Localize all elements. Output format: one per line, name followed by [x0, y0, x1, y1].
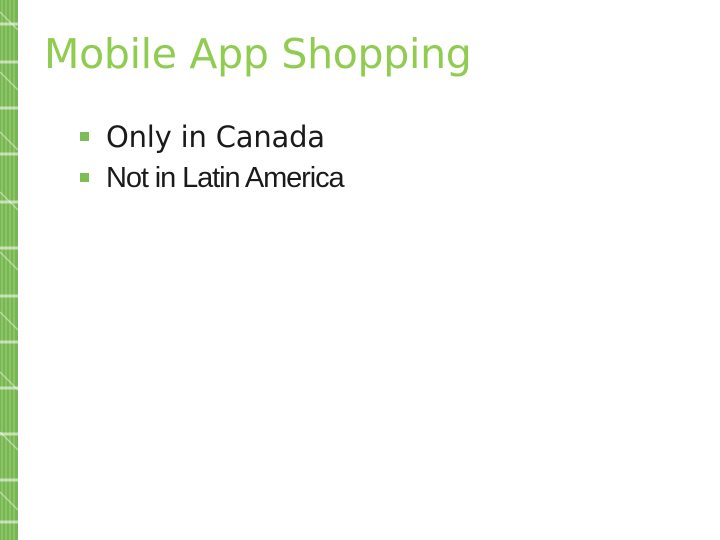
bullet-list: Only in Canada Not in Latin America — [80, 116, 345, 198]
square-bullet-icon — [80, 132, 89, 141]
decorative-side-strip — [0, 0, 22, 540]
bullet-item: Only in Canada — [80, 116, 344, 157]
bullet-item: Not in Latin America — [80, 157, 345, 198]
side-strip-pattern-icon — [0, 0, 22, 540]
slide-title: Mobile App Shopping — [44, 30, 472, 78]
bullet-text: Not in Latin America — [106, 161, 345, 194]
slide: Mobile App Shopping Only in Canada Not i… — [0, 0, 720, 540]
bullet-text: Only in Canada — [106, 119, 325, 154]
square-bullet-icon — [80, 173, 89, 182]
